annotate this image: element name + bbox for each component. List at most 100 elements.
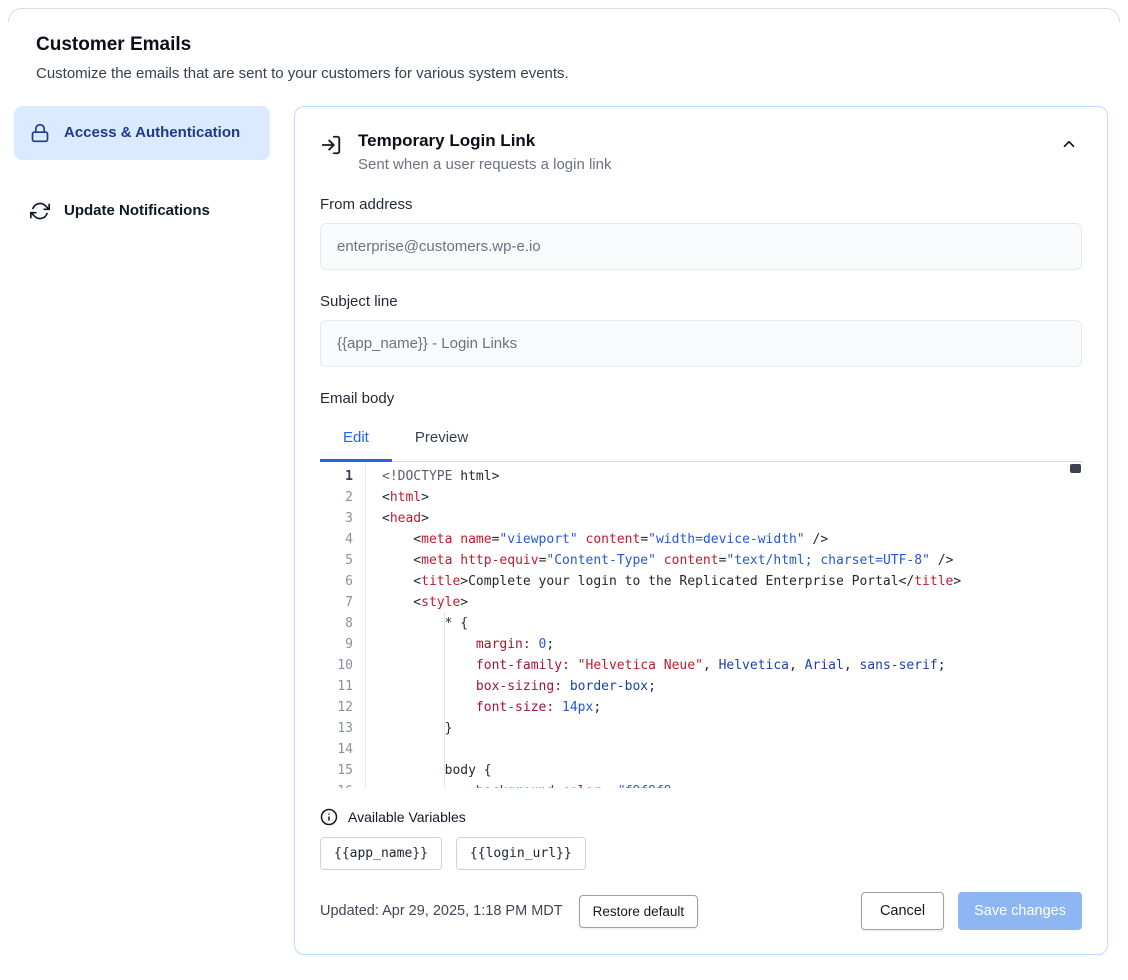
email-types-sidebar: Access & Authentication Update Notificat… xyxy=(14,106,270,238)
editor-code[interactable]: <!DOCTYPE html><html><head> <meta name="… xyxy=(366,462,1082,788)
code-token: html xyxy=(390,490,421,505)
code-token: < xyxy=(382,532,421,547)
code-line: <meta name="viewport" content="width=dev… xyxy=(382,529,1082,550)
code-token: http-equiv xyxy=(460,553,538,568)
code-token: meta xyxy=(421,553,452,568)
line-number: 2 xyxy=(320,487,365,508)
code-line: font-family: "Helvetica Neue", Helvetica… xyxy=(382,655,1082,676)
subject-line-input[interactable] xyxy=(320,320,1082,367)
code-token: < xyxy=(382,553,421,568)
updated-timestamp: Updated: Apr 29, 2025, 1:18 PM MDT xyxy=(320,903,563,919)
subject-line-label: Subject line xyxy=(320,293,1082,310)
code-line: <style> xyxy=(382,592,1082,613)
code-token: /> xyxy=(805,532,828,547)
code-token xyxy=(382,679,476,694)
code-token: name xyxy=(460,532,491,547)
code-token: margin: xyxy=(476,637,531,652)
variable-chip-login-url[interactable]: {{login_url}} xyxy=(456,837,586,870)
code-line: } xyxy=(382,718,1082,739)
code-token: < xyxy=(382,511,390,526)
line-number: 9 xyxy=(320,634,365,655)
code-token: < xyxy=(382,490,390,505)
customer-emails-page: Customer Emails Customize the emails tha… xyxy=(0,0,1128,980)
code-token: meta xyxy=(421,532,452,547)
code-token: Arial xyxy=(805,658,844,673)
code-line: <meta http-equiv="Content-Type" content=… xyxy=(382,550,1082,571)
code-token: title xyxy=(421,574,460,589)
code-line: body { xyxy=(382,760,1082,781)
page-subtitle: Customize the emails that are sent to yo… xyxy=(36,65,1092,82)
line-number: 14 xyxy=(320,739,365,760)
code-line: <!DOCTYPE html> xyxy=(382,466,1082,487)
code-token xyxy=(562,679,570,694)
code-token: content xyxy=(586,532,641,547)
code-token xyxy=(656,553,664,568)
panel-subtitle: Sent when a user requests a login link xyxy=(358,156,1040,173)
collapse-panel-button[interactable] xyxy=(1056,131,1082,160)
line-number: 6 xyxy=(320,571,365,592)
code-token: ; xyxy=(593,700,601,715)
code-line: <title>Complete your login to the Replic… xyxy=(382,571,1082,592)
line-number: 5 xyxy=(320,550,365,571)
temporary-login-link-panel: Temporary Login Link Sent when a user re… xyxy=(294,106,1108,955)
code-token: > xyxy=(421,511,429,526)
sidebar-item-update-notifications[interactable]: Update Notifications xyxy=(14,184,270,238)
code-token: >Complete your login to the Replicated E… xyxy=(460,574,914,589)
code-token xyxy=(382,784,476,788)
variable-chip-app-name[interactable]: {{app_name}} xyxy=(320,837,442,870)
code-line: box-sizing: border-box; xyxy=(382,676,1082,697)
code-token: ; xyxy=(938,658,946,673)
code-token: > xyxy=(492,469,500,484)
code-token: font-size: xyxy=(476,700,554,715)
restore-default-button[interactable]: Restore default xyxy=(579,895,699,928)
line-number: 8 xyxy=(320,613,365,634)
line-number: 16 xyxy=(320,781,365,788)
code-token: Helvetica xyxy=(719,658,789,673)
sidebar-item-label: Update Notifications xyxy=(64,199,210,223)
code-token: "text/html; charset=UTF-8" xyxy=(726,553,930,568)
code-token xyxy=(578,532,586,547)
code-token: /> xyxy=(930,553,953,568)
line-number: 12 xyxy=(320,697,365,718)
from-address-input[interactable] xyxy=(320,223,1082,270)
code-token xyxy=(554,700,562,715)
from-address-label: From address xyxy=(320,196,1082,213)
code-token: "viewport" xyxy=(499,532,577,547)
page-title: Customer Emails xyxy=(36,34,1092,56)
line-number: 7 xyxy=(320,592,365,613)
code-line: margin: 0; xyxy=(382,634,1082,655)
email-body-label: Email body xyxy=(320,390,1082,407)
save-changes-button[interactable]: Save changes xyxy=(958,892,1082,930)
line-number: 4 xyxy=(320,529,365,550)
panel-footer: Updated: Apr 29, 2025, 1:18 PM MDT Resto… xyxy=(320,892,1082,930)
code-token: > xyxy=(953,574,961,589)
editor-scrollbar-thumb[interactable] xyxy=(1070,464,1081,473)
code-token: background-color: xyxy=(476,784,609,788)
panel-title: Temporary Login Link xyxy=(358,131,1040,151)
code-line: background-color: #f9f9f9; xyxy=(382,781,1082,788)
code-token: 14px xyxy=(562,700,593,715)
sidebar-item-label: Access & Authentication xyxy=(64,121,240,145)
indent-guide xyxy=(444,613,445,788)
code-token: ; xyxy=(672,784,680,788)
cancel-button[interactable]: Cancel xyxy=(861,892,944,930)
code-token: border-box xyxy=(570,679,648,694)
code-token xyxy=(382,637,476,652)
code-editor[interactable]: 12345678910111213141516 <!DOCTYPE html><… xyxy=(320,462,1082,788)
code-token xyxy=(382,700,476,715)
code-token: <!DOCTYPE xyxy=(382,469,460,484)
code-token: = xyxy=(640,532,648,547)
tab-preview[interactable]: Preview xyxy=(392,417,491,462)
available-variables-label: Available Variables xyxy=(348,809,466,825)
info-icon xyxy=(320,808,338,826)
variable-chips: {{app_name}} {{login_url}} xyxy=(320,837,1082,870)
code-token: > xyxy=(421,490,429,505)
code-token: "width=device-width" xyxy=(648,532,805,547)
tab-edit[interactable]: Edit xyxy=(320,417,392,462)
code-token: body { xyxy=(382,763,492,778)
line-number: 3 xyxy=(320,508,365,529)
code-token: sans-serif xyxy=(859,658,937,673)
code-line xyxy=(382,739,1082,760)
lock-icon xyxy=(30,123,50,143)
sidebar-item-access-authentication[interactable]: Access & Authentication xyxy=(14,106,270,160)
